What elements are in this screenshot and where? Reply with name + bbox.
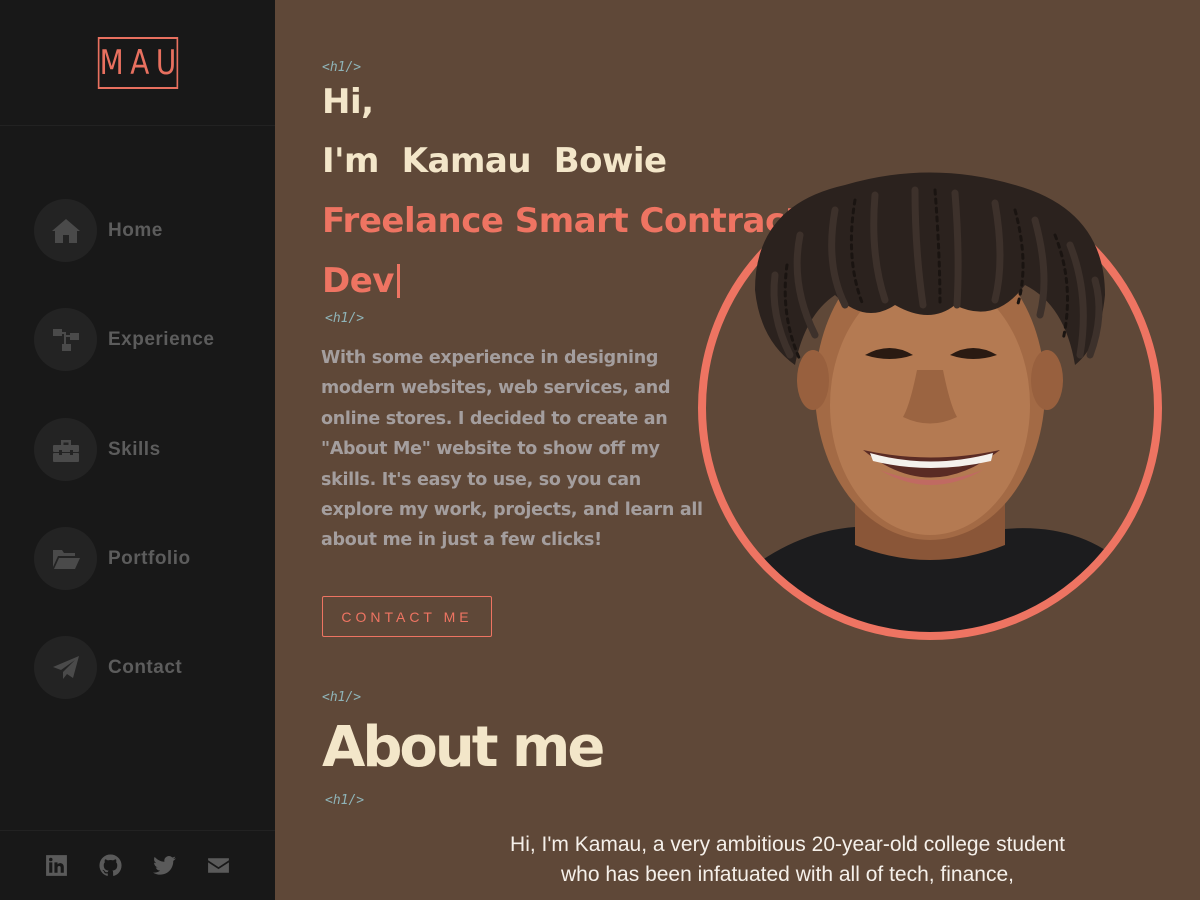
- nav-item-home[interactable]: Home: [34, 199, 163, 262]
- code-tag-close: <h1/>: [325, 311, 365, 326]
- hero-role-line-2: Dev: [322, 261, 400, 301]
- sidebar: MAU Home Experience Skills Portfolio Con…: [0, 0, 275, 900]
- home-icon: [34, 199, 97, 262]
- toolbox-icon: [34, 418, 97, 481]
- sitemap-icon: [34, 308, 97, 371]
- twitter-icon[interactable]: [152, 853, 178, 879]
- about-paragraph: Hi, I'm Kamau, a very ambitious 20-year-…: [510, 833, 1065, 886]
- intro-paragraph: With some experience in designing modern…: [321, 348, 703, 551]
- linkedin-icon[interactable]: [44, 853, 70, 879]
- hero-name: I'm Kamau Bowie: [322, 141, 667, 181]
- social-links: [0, 830, 275, 900]
- site-logo[interactable]: MAU: [97, 36, 178, 89]
- nav-item-portfolio[interactable]: Portfolio: [34, 527, 191, 590]
- nav-label-portfolio: Portfolio: [108, 547, 191, 569]
- nav-item-contact[interactable]: Contact: [34, 636, 182, 699]
- code-tag-open: <h1/>: [322, 60, 362, 75]
- hero-role-text: Dev: [322, 261, 394, 301]
- main-content: <h1/> Hi, I'm Kamau Bowie Freelance Smar…: [275, 0, 1200, 900]
- nav-item-experience[interactable]: Experience: [34, 308, 214, 371]
- contact-me-button[interactable]: CONTACT ME: [322, 596, 492, 637]
- nav-item-skills[interactable]: Skills: [34, 418, 161, 481]
- nav-label-skills: Skills: [108, 438, 161, 460]
- profile-photo: [698, 172, 1162, 640]
- github-icon[interactable]: [98, 853, 124, 879]
- typing-caret: [396, 264, 400, 298]
- about-tag-open: <h1/>: [322, 690, 362, 705]
- folder-open-icon: [34, 527, 97, 590]
- paper-plane-icon: [34, 636, 97, 699]
- nav-label-contact: Contact: [108, 656, 183, 678]
- about-tag-close: <h1/>: [325, 793, 365, 808]
- nav-label-experience: Experience: [108, 328, 215, 350]
- hero-greeting: Hi,: [322, 82, 374, 122]
- envelope-icon[interactable]: [206, 853, 232, 879]
- logo-area: MAU: [0, 0, 275, 126]
- nav-label-home: Home: [108, 219, 163, 241]
- about-title: About me: [322, 715, 605, 780]
